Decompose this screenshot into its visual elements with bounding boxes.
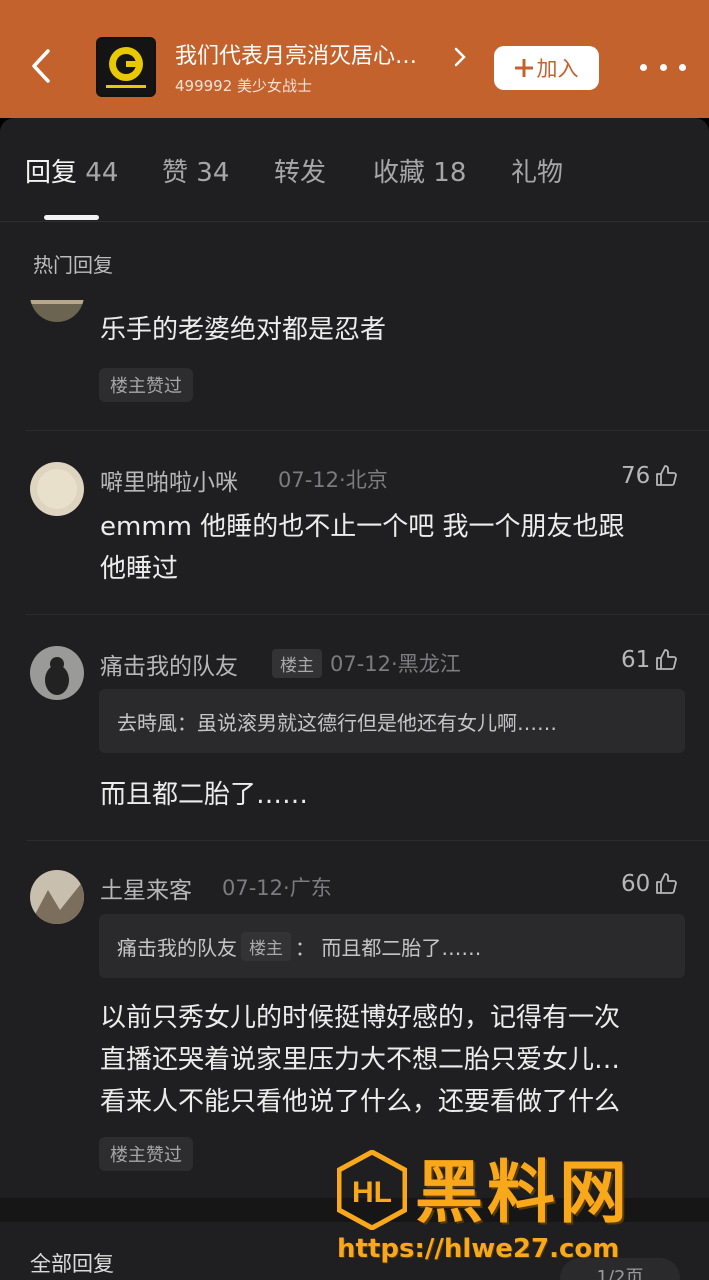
tab-forwards[interactable]: 转发 — [274, 152, 326, 189]
divider — [26, 840, 709, 841]
group-subtitle: 499992 美少女战士 — [175, 77, 313, 95]
tab-replies[interactable]: 回复 44 — [25, 152, 118, 189]
replies-panel: 回复 44 赞 34 转发 收藏 18 礼物 热门回复 乐手的老婆绝对都是忍者 … — [0, 118, 709, 1280]
chevron-right-icon[interactable] — [453, 46, 467, 68]
thumbs-up-icon — [656, 465, 678, 486]
tab-favorites[interactable]: 收藏 18 — [373, 152, 466, 189]
group-logo[interactable] — [96, 37, 156, 97]
quoted-reply[interactable]: 去時風：虽说滚男就这德行但是他还有女儿啊…… — [99, 689, 685, 753]
user-name[interactable]: 痛击我的队友 — [100, 647, 238, 681]
group-logo-icon — [98, 39, 154, 95]
hot-replies-label: 热门回复 — [33, 253, 113, 277]
reply-meta: 07-12·广东 — [222, 876, 332, 900]
reply-text: 乐手的老婆绝对都是忍者 — [100, 315, 387, 345]
thumbs-up-icon — [656, 873, 678, 894]
divider — [26, 430, 709, 431]
like-button[interactable]: 76 — [621, 463, 678, 489]
more-dots-icon[interactable] — [640, 52, 686, 82]
back-arrow-icon — [32, 49, 50, 83]
quoted-text: ： 而且都二胎了…… — [295, 935, 482, 960]
plus-icon — [514, 59, 533, 77]
active-tab-indicator — [44, 215, 99, 220]
divider — [26, 614, 709, 615]
like-button[interactable]: 61 — [621, 647, 678, 673]
reply-meta: 07-12·北京 — [278, 468, 388, 492]
reply-text: emmm 他睡的也不止一个吧 我一个朋友也跟 他睡过 — [100, 512, 625, 584]
watermark-logo-icon: HL — [337, 1150, 407, 1230]
join-label: 加入 — [536, 57, 579, 81]
user-name[interactable]: 噼里啪啦小咪 — [100, 463, 238, 497]
avatar[interactable] — [30, 646, 84, 700]
tab-gifts[interactable]: 礼物 — [511, 152, 563, 189]
op-badge: 楼主 — [272, 649, 322, 678]
op-badge: 楼主 — [241, 931, 291, 961]
reply-text: 而且都二胎了…… — [100, 780, 309, 810]
thumbs-up-icon — [656, 649, 678, 670]
back-button[interactable] — [24, 46, 58, 86]
quoted-reply[interactable]: 痛击我的队友 楼主 ： 而且都二胎了…… — [99, 914, 685, 978]
watermark-title: 黑料网 — [415, 1154, 632, 1233]
quoted-user: 痛击我的队友 — [117, 935, 237, 960]
tab-likes[interactable]: 赞 34 — [162, 152, 229, 189]
like-button[interactable]: 60 — [621, 871, 678, 897]
group-header: 我们代表月亮消灭居心… 499992 美少女战士 加入 — [0, 0, 709, 118]
avatar[interactable] — [30, 300, 84, 322]
user-name[interactable]: 土星来客 — [100, 871, 192, 905]
op-liked-badge: 楼主赞过 — [99, 1137, 193, 1171]
watermark-logo-text: HL — [352, 1176, 392, 1209]
join-button[interactable]: 加入 — [494, 46, 599, 90]
op-liked-badge: 楼主赞过 — [99, 368, 193, 402]
avatar[interactable] — [30, 462, 84, 516]
reply-text: 以前只秀女儿的时候挺博好感的，记得有一次 直播还哭着说家里压力大不想二胎只爱女儿… — [100, 1003, 621, 1117]
reply-meta: 07-12·黑龙江 — [330, 652, 461, 676]
tab-bar: 回复 44 赞 34 转发 收藏 18 礼物 — [0, 118, 709, 222]
watermark-url: https://hlwe27.com — [337, 1234, 620, 1264]
all-replies-label: 全部回复 — [30, 1252, 114, 1276]
avatar[interactable] — [30, 870, 84, 924]
group-title[interactable]: 我们代表月亮消灭居心… — [175, 38, 417, 70]
